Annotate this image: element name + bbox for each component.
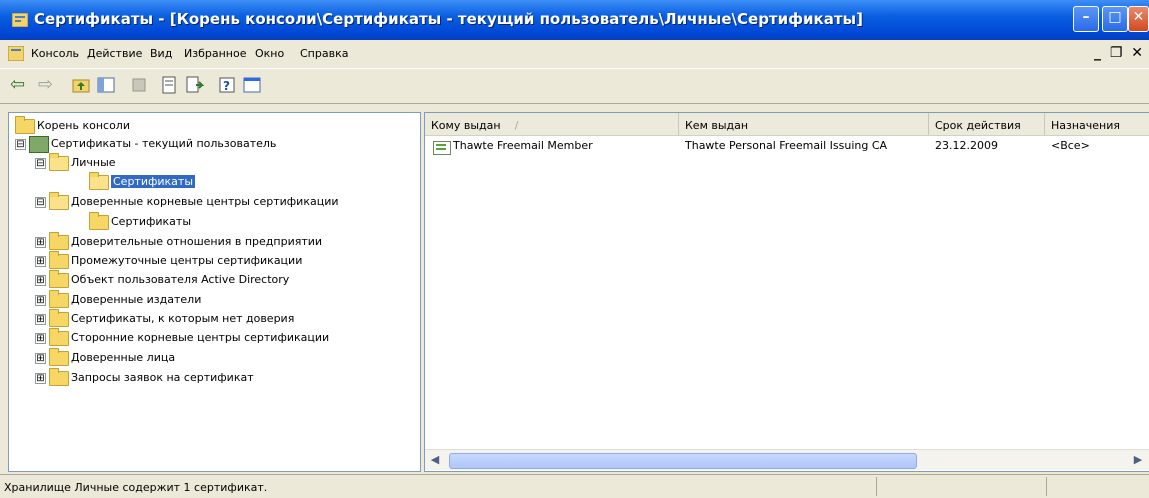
expand-icon[interactable]: ⊞ xyxy=(35,237,46,248)
tree-item-label: Доверенные корневые центры сертификации xyxy=(71,195,339,208)
tree-item-label: Запросы заявок на сертификат xyxy=(71,371,254,384)
open-folder-icon xyxy=(89,172,109,190)
tree-item-label: Сертификаты xyxy=(111,215,192,228)
forward-icon[interactable]: ⇨ xyxy=(38,74,53,95)
tree-item-label: Сертификаты, к которым нет доверия xyxy=(71,312,295,325)
folder-icon xyxy=(49,348,69,366)
cell-expiration-date: 23.12.2009 xyxy=(935,139,998,152)
minimize-button[interactable]: – xyxy=(1073,6,1099,32)
cell-issued-to: Thawte Freemail Member xyxy=(453,139,593,152)
folder-icon xyxy=(49,309,69,327)
menu-help[interactable]: Справка xyxy=(300,47,348,60)
title-bar[interactable]: Сертификаты - [Корень консоли\Сертификат… xyxy=(0,0,1149,40)
horizontal-scrollbar[interactable]: ◀ ▶ xyxy=(425,449,1149,470)
open-folder-icon xyxy=(49,192,69,210)
new-window-icon[interactable] xyxy=(242,75,262,95)
scroll-left-icon[interactable]: ◀ xyxy=(427,452,443,468)
menu-window[interactable]: Окно xyxy=(255,47,284,60)
menu-console[interactable]: Консоль xyxy=(31,47,79,60)
toolbar: ⇦ ⇨ ? xyxy=(0,68,1149,104)
collapse-icon[interactable]: ⊟ xyxy=(35,197,46,208)
show-hide-tree-icon[interactable] xyxy=(96,75,116,95)
folder-icon xyxy=(49,251,69,269)
folder-icon xyxy=(49,232,69,250)
window-title: Сертификаты - [Корень консоли\Сертификат… xyxy=(34,10,863,28)
maximize-icon: □ xyxy=(1108,9,1122,25)
certificate-icon xyxy=(433,141,451,155)
up-folder-icon[interactable] xyxy=(71,75,91,95)
mmc-window: Сертификаты - [Корень консоли\Сертификат… xyxy=(0,0,1149,497)
certificate-store-icon xyxy=(29,136,49,153)
cell-intended-purposes: <Все> xyxy=(1051,139,1090,152)
tree-item-label: Доверенные лица xyxy=(71,351,176,364)
certificate-list: Кому выдан / Кем выдан Срок действия Назн… xyxy=(424,112,1149,472)
expand-icon[interactable]: ⊞ xyxy=(35,314,46,325)
menu-favorites[interactable]: Избранное xyxy=(184,47,246,60)
folder-icon xyxy=(49,290,69,308)
folder-icon xyxy=(15,116,35,134)
expand-icon[interactable]: ⊞ xyxy=(35,295,46,306)
console-menu-icon[interactable] xyxy=(8,46,24,61)
column-issued-by[interactable]: Кем выдан xyxy=(679,113,929,135)
status-divider xyxy=(876,477,877,496)
close-button[interactable]: ✕ xyxy=(1128,6,1149,32)
delete-icon[interactable] xyxy=(129,75,149,95)
status-divider xyxy=(1046,477,1047,496)
column-label: Кем выдан xyxy=(685,119,749,132)
tree-item-label: Промежуточные центры сертификации xyxy=(71,254,303,267)
help-icon[interactable]: ? xyxy=(217,75,237,95)
collapse-icon[interactable]: ⊟ xyxy=(35,158,46,169)
status-text: Хранилище Личные содержит 1 сертификат. xyxy=(4,481,268,494)
column-label: Кому выдан xyxy=(431,119,501,132)
maximize-button[interactable]: □ xyxy=(1102,6,1128,32)
folder-icon xyxy=(49,270,69,288)
expand-icon[interactable]: ⊞ xyxy=(35,373,46,384)
minimize-icon: – xyxy=(1082,9,1090,25)
cell-issued-by: Thawte Personal Freemail Issuing CA xyxy=(685,139,888,152)
console-tree: Корень консоли ⊟ Сертификаты - текущий п… xyxy=(8,112,421,472)
folder-icon xyxy=(89,212,109,230)
list-header: Кому выдан / Кем выдан Срок действия Назн… xyxy=(425,113,1149,136)
expand-icon[interactable]: ⊞ xyxy=(35,256,46,267)
collapse-icon[interactable]: ⊟ xyxy=(15,139,26,150)
back-icon[interactable]: ⇦ xyxy=(10,74,25,95)
column-label: Назначения xyxy=(1051,119,1121,132)
properties-icon[interactable] xyxy=(159,75,179,95)
expand-icon[interactable]: ⊞ xyxy=(35,353,46,364)
column-expiration-date[interactable]: Срок действия xyxy=(929,113,1045,135)
scrollbar-thumb[interactable] xyxy=(449,453,917,469)
mdi-child-controls[interactable]: _ ❐ ✕ xyxy=(1094,45,1145,61)
tree-item-label-selected: Сертификаты xyxy=(111,175,196,188)
close-icon: ✕ xyxy=(1132,9,1145,25)
tree-item-label: Сторонние корневые центры сертификации xyxy=(71,331,330,344)
tree-item-label: Личные xyxy=(71,156,116,169)
export-list-icon[interactable] xyxy=(184,75,204,95)
tree-item-label: Объект пользователя Active Directory xyxy=(71,273,290,286)
table-row[interactable]: Thawte Freemail Member Thawte Personal F… xyxy=(425,137,1149,157)
tree-item-label: Доверенные издатели xyxy=(71,293,202,306)
status-bar: Хранилище Личные содержит 1 сертификат. xyxy=(0,474,1149,498)
folder-icon xyxy=(49,368,69,386)
menu-view[interactable]: Вид xyxy=(150,47,172,60)
menu-bar: Консоль Действие Вид Избранное Окно Спра… xyxy=(0,42,1149,66)
expand-icon[interactable]: ⊞ xyxy=(35,275,46,286)
svg-text:?: ? xyxy=(223,79,230,93)
column-label: Срок действия xyxy=(935,119,1021,132)
scroll-right-icon[interactable]: ▶ xyxy=(1130,452,1146,468)
tree-item-label: Доверительные отношения в предприятии xyxy=(71,235,323,248)
expand-icon[interactable]: ⊞ xyxy=(35,333,46,344)
certificates-app-icon xyxy=(12,13,28,27)
tree-item-label: Корень консоли xyxy=(37,119,130,132)
folder-icon xyxy=(49,328,69,346)
sort-ascending-icon: / xyxy=(514,119,519,132)
menu-action[interactable]: Действие xyxy=(87,47,142,60)
column-issued-to[interactable]: Кому выдан / xyxy=(425,113,679,135)
tree-item-label: Сертификаты - текущий пользователь xyxy=(51,137,277,150)
column-intended-purposes[interactable]: Назначения xyxy=(1045,113,1149,135)
open-folder-icon xyxy=(49,153,69,171)
